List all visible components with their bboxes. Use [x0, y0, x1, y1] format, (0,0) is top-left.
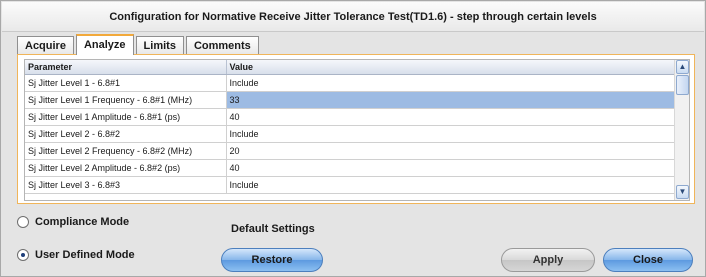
user-defined-mode-radio[interactable] [17, 249, 29, 261]
parameter-cell[interactable]: Sj Jitter Level 1 Amplitude - 6.8#1 (ps) [25, 108, 227, 126]
table-row[interactable]: Sj Jitter Level 1 - 6.8#1 Include [25, 74, 676, 92]
column-header-value[interactable]: Value [226, 60, 676, 75]
parameter-grid: Parameter Value Sj Jitter Level 1 - 6.8#… [24, 59, 690, 201]
compliance-mode-radio[interactable] [17, 216, 29, 228]
close-button[interactable]: Close [603, 248, 693, 272]
parameter-cell[interactable]: Sj Jitter Level 1 - 6.8#1 [25, 74, 227, 92]
parameter-cell[interactable]: Sj Jitter Level 2 Amplitude - 6.8#2 (ps) [25, 159, 227, 177]
value-cell[interactable]: 40 [226, 108, 676, 126]
table-row[interactable]: Sj Jitter Level 2 Frequency - 6.8#2 (MHz… [25, 142, 676, 160]
parameter-table: Parameter Value Sj Jitter Level 1 - 6.8#… [25, 60, 676, 194]
value-cell[interactable]: Include [226, 125, 676, 143]
parameter-cell[interactable]: Sj Jitter Level 2 - 6.8#2 [25, 125, 227, 143]
vertical-scrollbar[interactable]: ▲ ▼ [674, 60, 689, 200]
scroll-up-icon[interactable]: ▲ [676, 60, 689, 74]
scroll-down-icon[interactable]: ▼ [676, 185, 689, 199]
user-defined-mode-label: User Defined Mode [35, 249, 135, 261]
value-cell[interactable]: 40 [226, 159, 676, 177]
table-row[interactable]: Sj Jitter Level 2 Amplitude - 6.8#2 (ps)… [25, 159, 676, 177]
value-cell[interactable]: Include [226, 74, 676, 92]
restore-button[interactable]: Restore [221, 248, 323, 272]
table-row[interactable]: Sj Jitter Level 1 Amplitude - 6.8#1 (ps)… [25, 108, 676, 126]
table-row[interactable]: Sj Jitter Level 1 Frequency - 6.8#1 (MHz… [25, 91, 676, 109]
parameter-cell[interactable]: Sj Jitter Level 1 Frequency - 6.8#1 (MHz… [25, 91, 227, 109]
tab-comments[interactable]: Comments [185, 36, 259, 55]
parameter-cell[interactable]: Sj Jitter Level 2 Frequency - 6.8#2 (MHz… [25, 142, 227, 160]
parameter-cell[interactable]: Sj Jitter Level 3 - 6.8#3 [25, 176, 227, 194]
compliance-mode-option[interactable]: Compliance Mode [17, 216, 129, 228]
dialog-footer: Compliance Mode User Defined Mode Defaul… [2, 206, 704, 276]
compliance-mode-label: Compliance Mode [35, 216, 130, 228]
tab-acquire[interactable]: Acquire [17, 36, 74, 55]
table-header-row: Parameter Value [25, 60, 676, 75]
table-row[interactable]: Sj Jitter Level 2 - 6.8#2 Include [25, 125, 676, 143]
value-cell[interactable]: Include [226, 176, 676, 194]
analyze-tab-panel: Parameter Value Sj Jitter Level 1 - 6.8#… [17, 54, 695, 204]
tab-strip: Acquire Analyze Limits Comments [17, 34, 261, 55]
dialog-title: Configuration for Normative Receive Jitt… [2, 2, 704, 32]
table-row[interactable]: Sj Jitter Level 3 - 6.8#3 Include [25, 176, 676, 194]
value-cell[interactable]: 33 [226, 91, 676, 109]
column-header-parameter[interactable]: Parameter [25, 60, 227, 75]
apply-button[interactable]: Apply [501, 248, 595, 272]
tab-analyze[interactable]: Analyze [75, 34, 134, 55]
scroll-thumb[interactable] [676, 75, 689, 95]
value-cell[interactable]: 20 [226, 142, 676, 160]
config-dialog: Configuration for Normative Receive Jitt… [0, 0, 706, 277]
default-settings-label: Default Settings [231, 223, 315, 235]
tab-limits[interactable]: Limits [135, 36, 184, 55]
user-defined-mode-option[interactable]: User Defined Mode [17, 249, 135, 261]
